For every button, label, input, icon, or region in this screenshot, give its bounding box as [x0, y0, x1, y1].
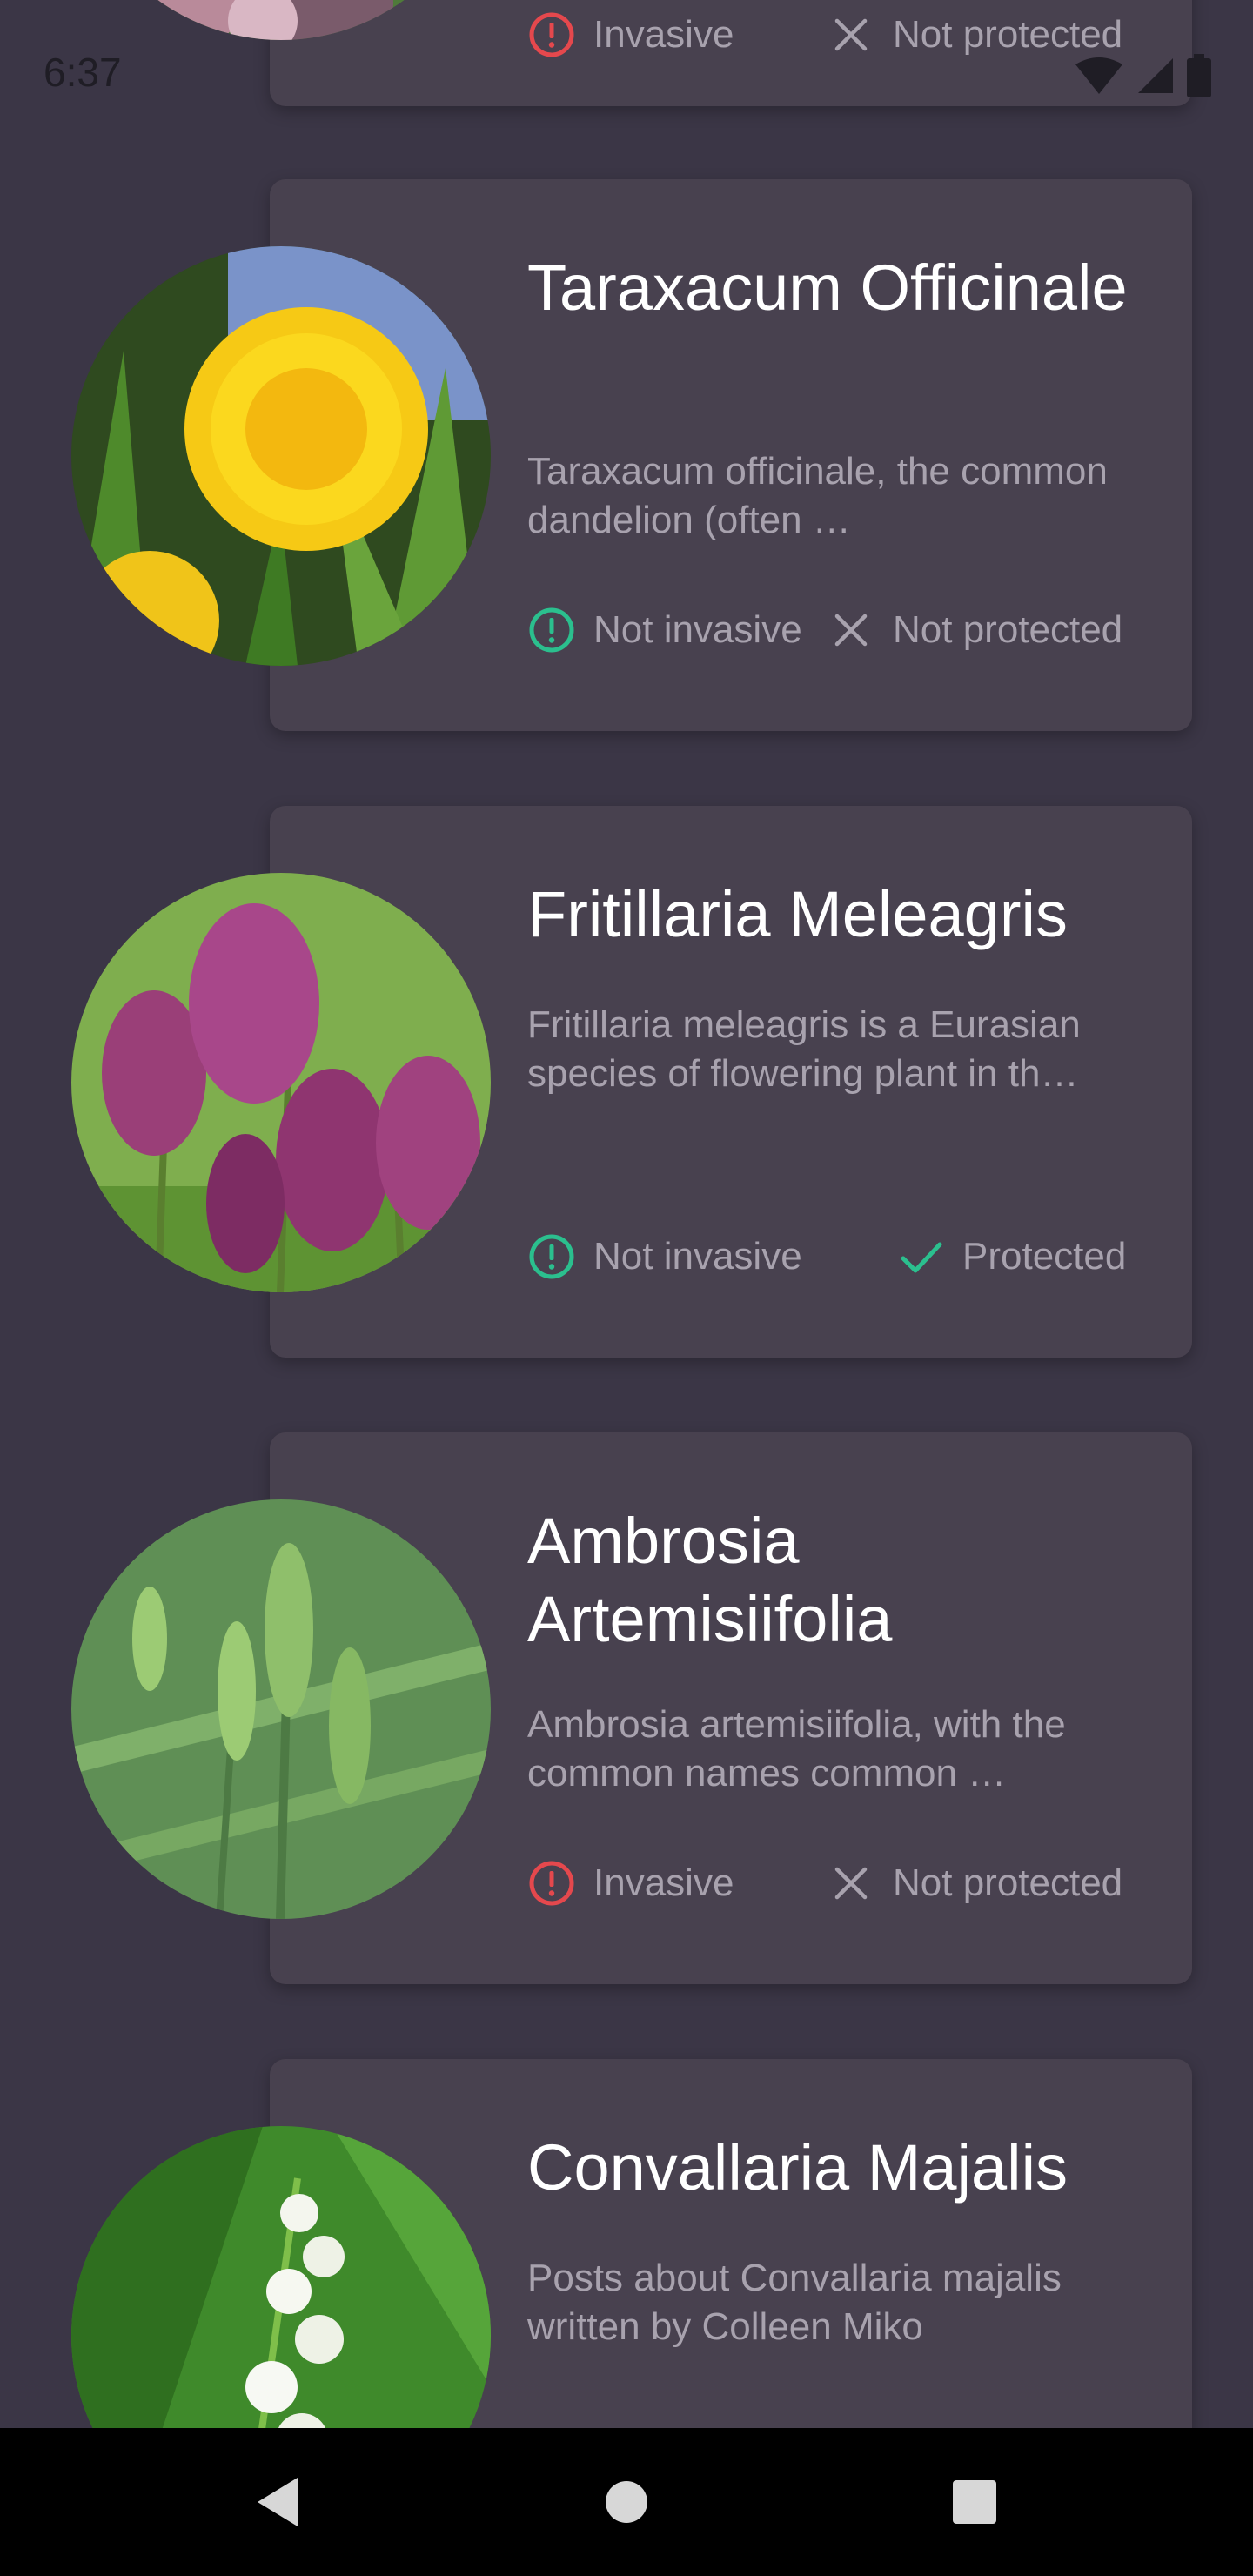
plant-title: Taraxacum Officinale [527, 252, 1128, 324]
protection-badge: Not protected [827, 606, 1122, 654]
protection-badge: Protected [896, 1232, 1126, 1281]
check-icon [901, 1242, 942, 1273]
invasive-badge: Not invasive [527, 1232, 802, 1281]
invasive-badge: Invasive [527, 1859, 734, 1908]
alert-circle-icon [529, 607, 574, 653]
home-button[interactable] [566, 2428, 687, 2576]
status-icons [1074, 54, 1211, 97]
protection-label: Not protected [893, 1862, 1123, 1904]
plant-thumbnail [71, 246, 491, 666]
alert-circle-icon [529, 1234, 574, 1279]
close-icon [834, 1867, 868, 1900]
plant-thumbnail [71, 1499, 491, 1919]
protection-label: Protected [962, 1235, 1127, 1278]
plant-description: Ambrosia artemisiifolia, with the common… [527, 1703, 1066, 1794]
back-icon [258, 2478, 298, 2526]
recents-button[interactable] [914, 2428, 1035, 2576]
invasive-label: Invasive [593, 1862, 734, 1904]
protection-badge: Not protected [827, 1859, 1122, 1908]
status-bar: 6:37 [0, 0, 1253, 148]
plant-description: Fritillaria meleagris is a Eurasian spec… [527, 1003, 1081, 1095]
recents-icon [953, 2480, 996, 2524]
plant-description: Posts about Convallaria majalis written … [527, 2257, 1062, 2348]
protection-label: Not protected [893, 608, 1123, 651]
close-icon [834, 614, 868, 647]
dandelion-photo [71, 246, 491, 666]
invasive-label: Not invasive [593, 1235, 802, 1278]
home-icon [606, 2481, 647, 2523]
invasive-label: Not invasive [593, 608, 802, 651]
alert-circle-icon [529, 1861, 574, 1906]
plant-description: Taraxacum officinale, the common dandeli… [527, 450, 1108, 541]
battery-icon [1187, 54, 1211, 97]
fritillaria-photo [71, 873, 491, 1292]
wifi-icon [1075, 57, 1122, 94]
ambrosia-photo [71, 1499, 491, 1919]
cell-signal-icon [1138, 58, 1173, 93]
invasive-badge: Not invasive [527, 606, 802, 654]
plant-list[interactable]: Invasive Not protected Taraxacum Officin… [0, 0, 1253, 2428]
plant-title: Fritillaria Meleagris [527, 878, 1068, 950]
back-button[interactable] [218, 2428, 339, 2576]
status-time: 6:37 [44, 50, 122, 95]
system-nav-bar [0, 2428, 1253, 2576]
plant-title: Ambrosia Artemisiifolia [527, 1505, 893, 1655]
plant-title: Convallaria Majalis [527, 2131, 1069, 2204]
plant-thumbnail [71, 873, 491, 1292]
